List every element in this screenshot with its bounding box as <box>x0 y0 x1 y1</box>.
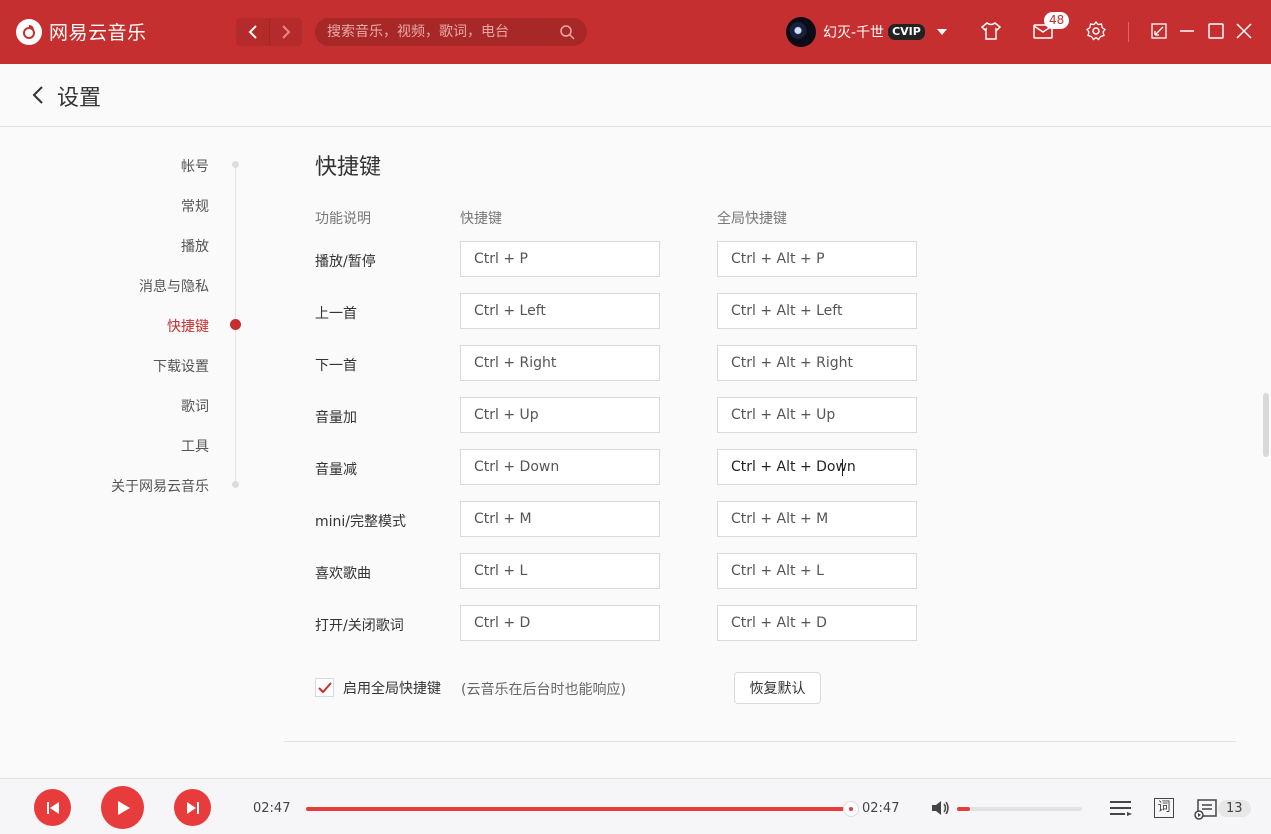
sidenav-item[interactable]: 消息与隐私 <box>139 276 209 296</box>
global-shortcut-input[interactable] <box>717 605 917 641</box>
shortcut-input[interactable] <box>460 501 660 537</box>
check-icon <box>318 682 332 694</box>
vip-badge[interactable]: CVIP <box>888 24 925 40</box>
shortcut-input[interactable] <box>460 241 660 277</box>
search-input[interactable] <box>327 24 547 40</box>
caret-down-icon[interactable] <box>936 29 947 35</box>
app-name: 网易云音乐 <box>49 22 147 44</box>
global-shortcut-input[interactable] <box>717 501 917 537</box>
global-shortcut-input[interactable] <box>717 345 917 381</box>
shortcut-label: 上一首 <box>315 306 357 322</box>
skin-shirt-icon[interactable] <box>980 20 1002 42</box>
global-shortcut-input[interactable] <box>717 293 917 329</box>
section-title: 快捷键 <box>315 155 382 180</box>
enable-global-hint: (云音乐在后台时也能响应) <box>461 682 626 698</box>
chevron-left-icon <box>248 25 257 39</box>
next-button[interactable] <box>174 789 211 826</box>
play-icon <box>117 800 130 815</box>
column-header-shortcut: 快捷键 <box>460 211 502 227</box>
sidenav-dot <box>232 161 239 168</box>
shortcut-label: 音量减 <box>315 462 357 478</box>
section-divider <box>284 741 1236 742</box>
shortcut-input[interactable] <box>460 293 660 329</box>
next-icon <box>186 801 199 814</box>
sidenav-item[interactable]: 下载设置 <box>153 356 209 376</box>
volume-fill <box>957 807 970 811</box>
progress-knob[interactable] <box>843 801 859 817</box>
playlist-icon[interactable] <box>1109 798 1133 818</box>
back-nav-button[interactable] <box>236 18 269 46</box>
lyrics-button[interactable]: 词 <box>1154 798 1174 818</box>
column-header-global: 全局快捷键 <box>717 211 787 227</box>
minimize-icon[interactable] <box>1176 20 1198 42</box>
sidenav-item[interactable]: 常规 <box>181 196 209 216</box>
sidenav-item[interactable]: 关于网易云音乐 <box>111 476 209 496</box>
progress-bar[interactable] <box>306 801 859 817</box>
netease-logo-icon <box>16 18 42 45</box>
shortcut-label: 喜欢歌曲 <box>315 566 371 582</box>
global-shortcut-input[interactable] <box>717 241 917 277</box>
close-icon[interactable] <box>1233 20 1255 42</box>
scrollbar-thumb[interactable] <box>1263 393 1269 457</box>
shortcut-input[interactable] <box>460 449 660 485</box>
gear-icon[interactable] <box>1085 20 1107 42</box>
shortcut-input[interactable] <box>460 605 660 641</box>
player-bar: 02:47 02:47 词 13 <box>0 778 1271 834</box>
avatar[interactable] <box>786 17 816 47</box>
shortcut-input[interactable] <box>460 345 660 381</box>
search-icon[interactable] <box>559 24 575 40</box>
sidenav-item[interactable]: 播放 <box>181 236 209 256</box>
global-shortcut-input[interactable] <box>717 553 917 589</box>
shortcut-label: mini/完整模式 <box>315 514 407 530</box>
sidenav-item[interactable]: 快捷键 <box>167 316 209 336</box>
search-box <box>315 18 587 46</box>
queue-count[interactable]: 13 <box>1218 800 1251 817</box>
sidenav-active-dot <box>230 319 241 330</box>
text-cursor <box>842 459 843 476</box>
previous-button[interactable] <box>34 789 71 826</box>
global-shortcut-input[interactable] <box>717 397 917 433</box>
shortcut-input[interactable] <box>460 553 660 589</box>
column-header-function: 功能说明 <box>315 211 371 227</box>
divider <box>1128 22 1129 42</box>
previous-icon <box>46 801 59 814</box>
chevron-right-icon <box>282 25 291 39</box>
global-shortcut-input[interactable] <box>717 449 917 485</box>
sidenav-dot <box>232 481 239 488</box>
sidenav-item[interactable]: 歌词 <box>181 396 209 416</box>
enable-global-label[interactable]: 启用全局快捷键 <box>343 678 441 698</box>
back-arrow-icon[interactable] <box>30 84 46 106</box>
app-logo[interactable]: 网易云音乐 <box>16 18 147 45</box>
user-menu[interactable]: 幻灭-千世 CVIP <box>786 17 947 47</box>
title-bar: 网易云音乐 幻灭-千世 CVIP 48 <box>0 0 1271 64</box>
settings-header: 设置 <box>0 64 1271 127</box>
mini-mode-icon[interactable] <box>1148 20 1170 42</box>
username[interactable]: 幻灭-千世 <box>823 22 884 42</box>
progress-fill <box>306 807 851 811</box>
history-nav <box>236 18 302 46</box>
sidenav-item[interactable]: 帐号 <box>181 156 209 176</box>
page-title: 设置 <box>57 86 102 111</box>
current-time: 02:47 <box>253 801 291 816</box>
shortcut-label: 播放/暂停 <box>315 254 376 270</box>
forward-nav-button[interactable] <box>269 18 302 46</box>
restore-default-button[interactable]: 恢复默认 <box>734 672 821 704</box>
enable-global-checkbox[interactable] <box>315 678 334 697</box>
queue-icon[interactable] <box>1194 798 1218 820</box>
shortcut-label: 打开/关闭歌词 <box>315 618 404 634</box>
volume-slider[interactable] <box>957 807 1082 811</box>
maximize-icon[interactable] <box>1205 20 1227 42</box>
shortcut-label: 音量加 <box>315 410 357 426</box>
play-button[interactable] <box>101 786 144 829</box>
sidenav-item[interactable]: 工具 <box>181 436 209 456</box>
message-count-badge: 48 <box>1044 12 1070 29</box>
volume-icon[interactable] <box>930 798 952 818</box>
shortcut-label: 下一首 <box>315 358 357 374</box>
total-time: 02:47 <box>862 801 900 816</box>
shortcut-input[interactable] <box>460 397 660 433</box>
